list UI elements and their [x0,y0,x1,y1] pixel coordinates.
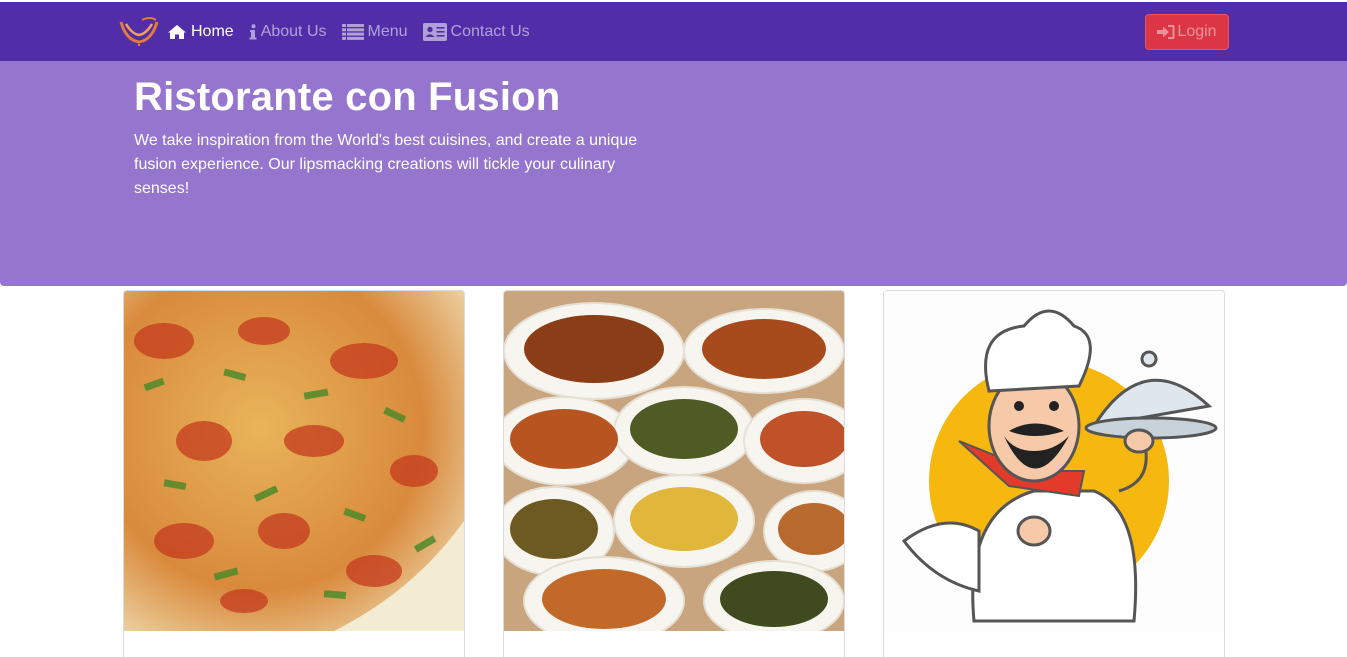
chef-image [884,291,1224,631]
nav-item-menu-label: Menu [367,22,408,40]
dish-card-chef[interactable] [883,290,1225,657]
nav-item-home-label: Home [191,22,234,40]
nav-item-about-label: About Us [260,22,327,40]
list-icon [341,23,364,40]
login-label: Login [1177,23,1217,40]
navbar: Home About Us Menu Contact Us Login [0,2,1347,61]
address-card-icon [422,22,447,41]
buffet-image [504,291,844,631]
info-icon [249,23,257,39]
jumbotron-description: We take inspiration from the World's bes… [134,132,638,197]
login-button[interactable]: Login [1145,14,1229,50]
dish-card-buffet[interactable] [503,290,845,657]
pizza-image [124,291,464,631]
page-title: Ristorante con Fusion [134,75,561,119]
nav-item-contact-label: Contact Us [450,22,530,40]
nav-item-home[interactable]: Home [167,23,234,41]
nav-item-menu[interactable]: Menu [341,22,408,41]
nav-list: Home About Us Menu Contact Us [167,2,530,61]
nav-item-about[interactable]: About Us [249,23,327,41]
ristorante-logo[interactable] [118,14,160,50]
jumbotron: Ristorante con Fusion We take inspiratio… [0,61,1347,286]
home-icon [168,24,186,39]
nav-item-contact[interactable]: Contact Us [422,22,530,41]
dish-card-pizza[interactable] [123,290,465,657]
sign-in-icon [1157,25,1175,39]
